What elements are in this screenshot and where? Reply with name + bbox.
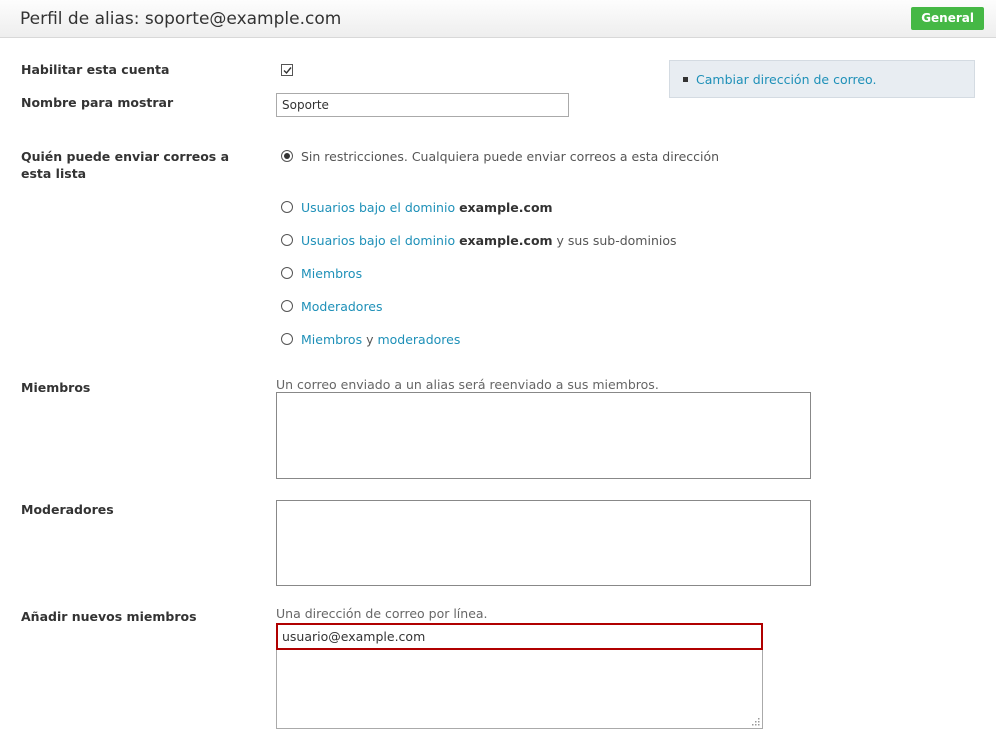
radio-label: Moderadores: [301, 299, 383, 315]
bullet-icon: [683, 77, 688, 82]
subdomains-text: y sus sub-dominios: [556, 233, 677, 248]
change-email-link[interactable]: Cambiar dirección de correo.: [696, 72, 876, 87]
resize-grip-icon[interactable]: [752, 718, 760, 726]
who-can-send-label: Quién puede enviar correos a esta lista: [21, 149, 230, 181]
radio-button[interactable]: [281, 300, 293, 312]
moderators-textarea[interactable]: [276, 500, 811, 586]
members-label: Miembros: [21, 380, 91, 395]
display-name-input[interactable]: Soporte: [276, 93, 569, 117]
enable-account-label: Habilitar esta cuenta: [21, 62, 170, 77]
domain-users-link[interactable]: Usuarios bajo el dominio: [301, 233, 455, 248]
radio-button[interactable]: [281, 267, 293, 279]
members-link[interactable]: Miembros: [301, 266, 362, 281]
radio-button[interactable]: [281, 234, 293, 246]
domain-name: example.com: [459, 233, 553, 248]
members-link[interactable]: Miembros: [301, 332, 362, 347]
radio-button[interactable]: [281, 201, 293, 213]
add-members-textarea[interactable]: usuario@example.com: [276, 623, 763, 729]
page-header: Perfil de alias: soporte@example.com Gen…: [0, 0, 996, 38]
members-hint: Un correo enviado a un alias será reenvi…: [276, 377, 659, 392]
joiner-text: y: [366, 332, 374, 347]
radio-label: Miembros: [301, 266, 362, 282]
tab-general[interactable]: General: [911, 7, 984, 30]
checkmark-icon: [283, 67, 292, 75]
domain-name: example.com: [459, 200, 553, 215]
moderators-link[interactable]: Moderadores: [301, 299, 383, 314]
moderators-label: Moderadores: [21, 502, 114, 517]
members-textarea[interactable]: [276, 392, 811, 479]
add-members-hint: Una dirección de correo por línea.: [276, 606, 488, 621]
display-name-label: Nombre para mostrar: [21, 95, 174, 110]
radio-label: Usuarios bajo el dominio example.com: [301, 200, 553, 216]
radio-label: Usuarios bajo el dominio example.com y s…: [301, 233, 677, 249]
radio-label: Sin restricciones. Cualquiera puede envi…: [301, 149, 720, 164]
radio-label: Miembros y moderadores: [301, 332, 460, 348]
enable-account-checkbox[interactable]: [281, 64, 293, 76]
add-members-label: Añadir nuevos miembros: [21, 609, 197, 624]
radio-button[interactable]: [281, 333, 293, 345]
domain-users-link[interactable]: Usuarios bajo el dominio: [301, 200, 455, 215]
side-panel: Cambiar dirección de correo.: [669, 60, 975, 98]
add-members-input-line[interactable]: usuario@example.com: [276, 623, 763, 650]
moderators-link[interactable]: moderadores: [377, 332, 460, 347]
page-title: Perfil de alias: soporte@example.com: [20, 9, 342, 29]
radio-button[interactable]: [281, 150, 293, 162]
